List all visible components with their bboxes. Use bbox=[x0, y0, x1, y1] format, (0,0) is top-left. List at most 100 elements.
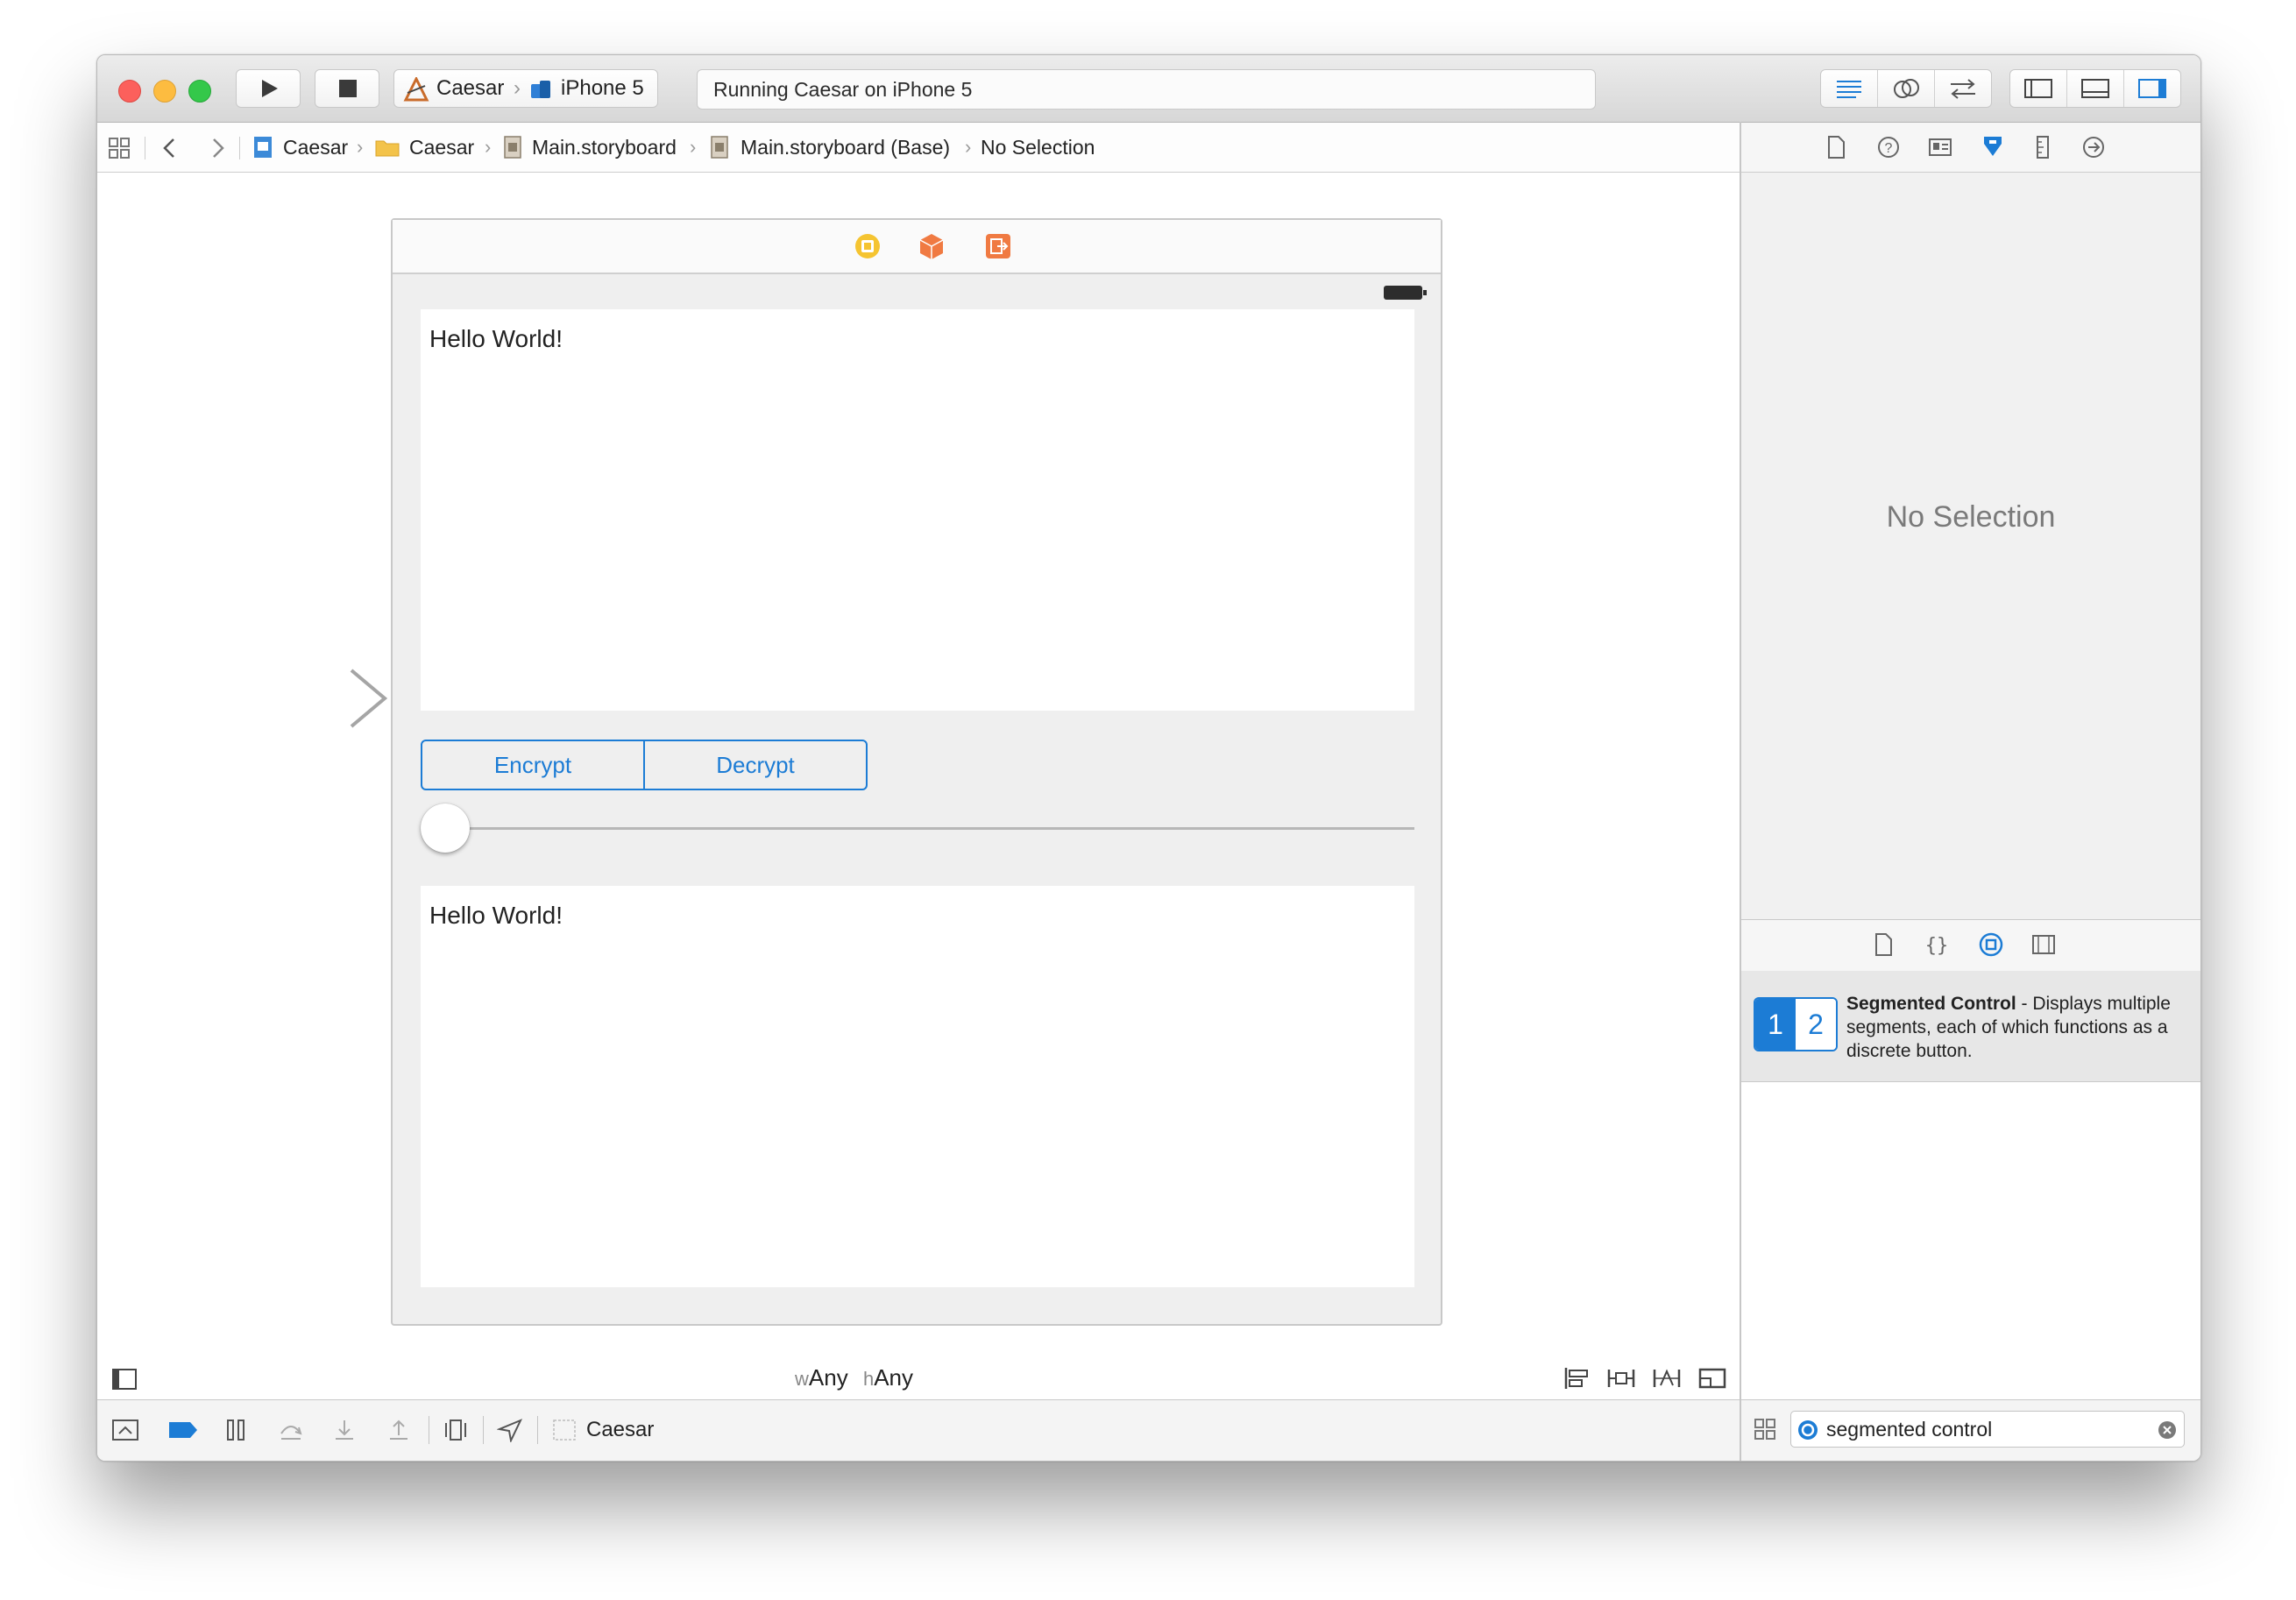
standard-editor-icon bbox=[1837, 81, 1861, 98]
object-filter-icon bbox=[1798, 1420, 1818, 1440]
svg-text:?: ? bbox=[1885, 141, 1893, 156]
size-class-selector[interactable]: wAny hAny bbox=[795, 1364, 913, 1391]
svg-text:{}: {} bbox=[1925, 935, 1948, 957]
simulate-location-icon[interactable] bbox=[497, 1418, 523, 1442]
editor-mode-control[interactable] bbox=[1820, 69, 1992, 108]
breadcrumb-storyboard-base[interactable]: Main.storyboard (Base) bbox=[741, 123, 950, 172]
size-inspector-icon[interactable] bbox=[2032, 135, 2053, 159]
document-outline-toggle-icon[interactable] bbox=[111, 1368, 138, 1391]
project-file-icon bbox=[254, 137, 272, 158]
forward-arrow-icon[interactable] bbox=[208, 137, 227, 159]
play-icon bbox=[262, 80, 278, 97]
file-inspector-icon[interactable] bbox=[1825, 135, 1846, 159]
step-over-icon[interactable] bbox=[278, 1418, 304, 1442]
attributes-inspector-icon[interactable] bbox=[1980, 133, 2006, 159]
segment-icon-one: 1 bbox=[1755, 999, 1796, 1050]
folder-icon bbox=[375, 140, 400, 157]
back-arrow-icon[interactable] bbox=[160, 137, 180, 159]
initial-view-controller-arrow[interactable] bbox=[220, 667, 392, 730]
toggle-debug-area-button[interactable] bbox=[2067, 70, 2124, 107]
storyboard-base-icon bbox=[711, 136, 728, 159]
inspector-selector-bar: ? bbox=[1741, 123, 2200, 173]
grid-view-icon[interactable] bbox=[1754, 1418, 1778, 1442]
align-icon[interactable] bbox=[1563, 1366, 1591, 1391]
library-filter-bar: segmented control bbox=[1741, 1399, 2200, 1461]
storyboard-canvas[interactable]: Hello World! Encrypt Decrypt Hello World… bbox=[97, 173, 1740, 1399]
plaintext-text: Hello World! bbox=[429, 325, 563, 352]
scheme-app-label: Caesar bbox=[436, 76, 505, 100]
debug-view-hierarchy-icon[interactable] bbox=[443, 1418, 469, 1442]
run-button[interactable] bbox=[236, 69, 301, 108]
version-editor-button[interactable] bbox=[1935, 70, 1991, 107]
debug-target-label: Caesar bbox=[586, 1418, 655, 1441]
minimize-window-button[interactable] bbox=[153, 80, 176, 103]
slider-track bbox=[421, 827, 1414, 830]
connections-inspector-icon[interactable] bbox=[2081, 135, 2106, 159]
xcode-window: Caesar › iPhone 5 Running Caesar on iPho… bbox=[96, 54, 2201, 1462]
canvas-footer: wAny hAny bbox=[97, 1357, 1740, 1399]
breadcrumb-selection[interactable]: No Selection bbox=[981, 123, 1095, 172]
view-controller-icon[interactable] bbox=[853, 231, 882, 261]
encrypt-segment[interactable]: Encrypt bbox=[422, 741, 645, 789]
library-filter-text: segmented control bbox=[1826, 1418, 1993, 1441]
step-out-icon[interactable] bbox=[386, 1418, 411, 1442]
attributes-inspector: No Selection bbox=[1741, 173, 2200, 919]
library-item-title: Segmented Control bbox=[1846, 994, 2016, 1014]
view-controller-scene[interactable]: Hello World! Encrypt Decrypt Hello World… bbox=[391, 218, 1442, 1326]
breakpoints-toggle-icon[interactable] bbox=[167, 1419, 199, 1441]
breadcrumb-storyboard[interactable]: Main.storyboard bbox=[532, 123, 677, 172]
identity-inspector-icon[interactable] bbox=[1927, 135, 1953, 159]
library-item-text: Segmented Control - Displays multiple se… bbox=[1846, 992, 2188, 1063]
standard-editor-button[interactable] bbox=[1821, 70, 1878, 107]
resizing-behavior-icon[interactable] bbox=[1697, 1366, 1727, 1391]
pin-icon[interactable] bbox=[1606, 1366, 1636, 1391]
toggle-utilities-button[interactable] bbox=[2124, 70, 2180, 107]
toggle-navigator-button[interactable] bbox=[2010, 70, 2067, 107]
plaintext-text-view[interactable]: Hello World! bbox=[421, 309, 1414, 711]
right-panel-icon bbox=[2138, 79, 2166, 98]
library-selector-bar: {} bbox=[1741, 919, 2200, 972]
process-icon bbox=[553, 1419, 576, 1441]
segment-icon-two: 2 bbox=[1796, 999, 1836, 1050]
activity-viewer: Running Caesar on iPhone 5 bbox=[697, 69, 1596, 110]
scene-dock bbox=[393, 220, 1441, 274]
object-library-icon[interactable] bbox=[1978, 931, 2004, 958]
chevron-right-icon: › bbox=[965, 136, 972, 158]
clear-search-icon[interactable] bbox=[2158, 1420, 2177, 1440]
width-class-prefix: w bbox=[795, 1368, 809, 1390]
related-items-icon[interactable] bbox=[108, 137, 132, 159]
library-filter-field[interactable]: segmented control bbox=[1790, 1411, 2185, 1448]
file-template-library-icon[interactable] bbox=[1873, 932, 1894, 957]
hide-debug-area-icon[interactable] bbox=[111, 1418, 139, 1442]
debug-bar: Caesar bbox=[97, 1399, 1740, 1461]
scheme-selector[interactable]: Caesar › iPhone 5 bbox=[393, 69, 658, 108]
chevron-right-icon: › bbox=[514, 76, 521, 100]
no-selection-message: No Selection bbox=[1886, 500, 2056, 534]
view-toggle-control[interactable] bbox=[2009, 69, 2181, 108]
breadcrumb-group[interactable]: Caesar bbox=[409, 123, 474, 172]
stop-button[interactable] bbox=[315, 69, 379, 108]
ciphertext-text: Hello World! bbox=[429, 902, 563, 929]
shift-slider[interactable] bbox=[421, 802, 1414, 854]
quick-help-icon[interactable]: ? bbox=[1876, 135, 1901, 159]
resolve-auto-layout-icon[interactable] bbox=[1652, 1366, 1682, 1391]
breadcrumb-project[interactable]: Caesar bbox=[283, 123, 348, 172]
scheme-device-label: iPhone 5 bbox=[561, 76, 644, 100]
slider-thumb[interactable] bbox=[421, 804, 470, 853]
first-responder-icon[interactable] bbox=[917, 231, 946, 261]
activity-status-text: Running Caesar on iPhone 5 bbox=[713, 78, 973, 101]
iphone-icon bbox=[531, 81, 550, 98]
library-item-segmented-control[interactable]: 1 2 Segmented Control - Displays multipl… bbox=[1741, 971, 2200, 1082]
assistant-editor-button[interactable] bbox=[1878, 70, 1935, 107]
ciphertext-text-view[interactable]: Hello World! bbox=[421, 886, 1414, 1287]
code-snippet-library-icon[interactable]: {} bbox=[1925, 932, 1948, 957]
media-library-icon[interactable] bbox=[2030, 933, 2057, 956]
step-into-icon[interactable] bbox=[332, 1418, 357, 1442]
decrypt-segment[interactable]: Decrypt bbox=[645, 741, 866, 789]
bottom-panel-icon bbox=[2081, 79, 2109, 98]
mode-segmented-control[interactable]: Encrypt Decrypt bbox=[421, 740, 868, 790]
exit-icon[interactable] bbox=[983, 231, 1013, 261]
zoom-window-button[interactable] bbox=[188, 80, 211, 103]
pause-icon[interactable] bbox=[223, 1418, 248, 1442]
close-window-button[interactable] bbox=[118, 80, 141, 103]
